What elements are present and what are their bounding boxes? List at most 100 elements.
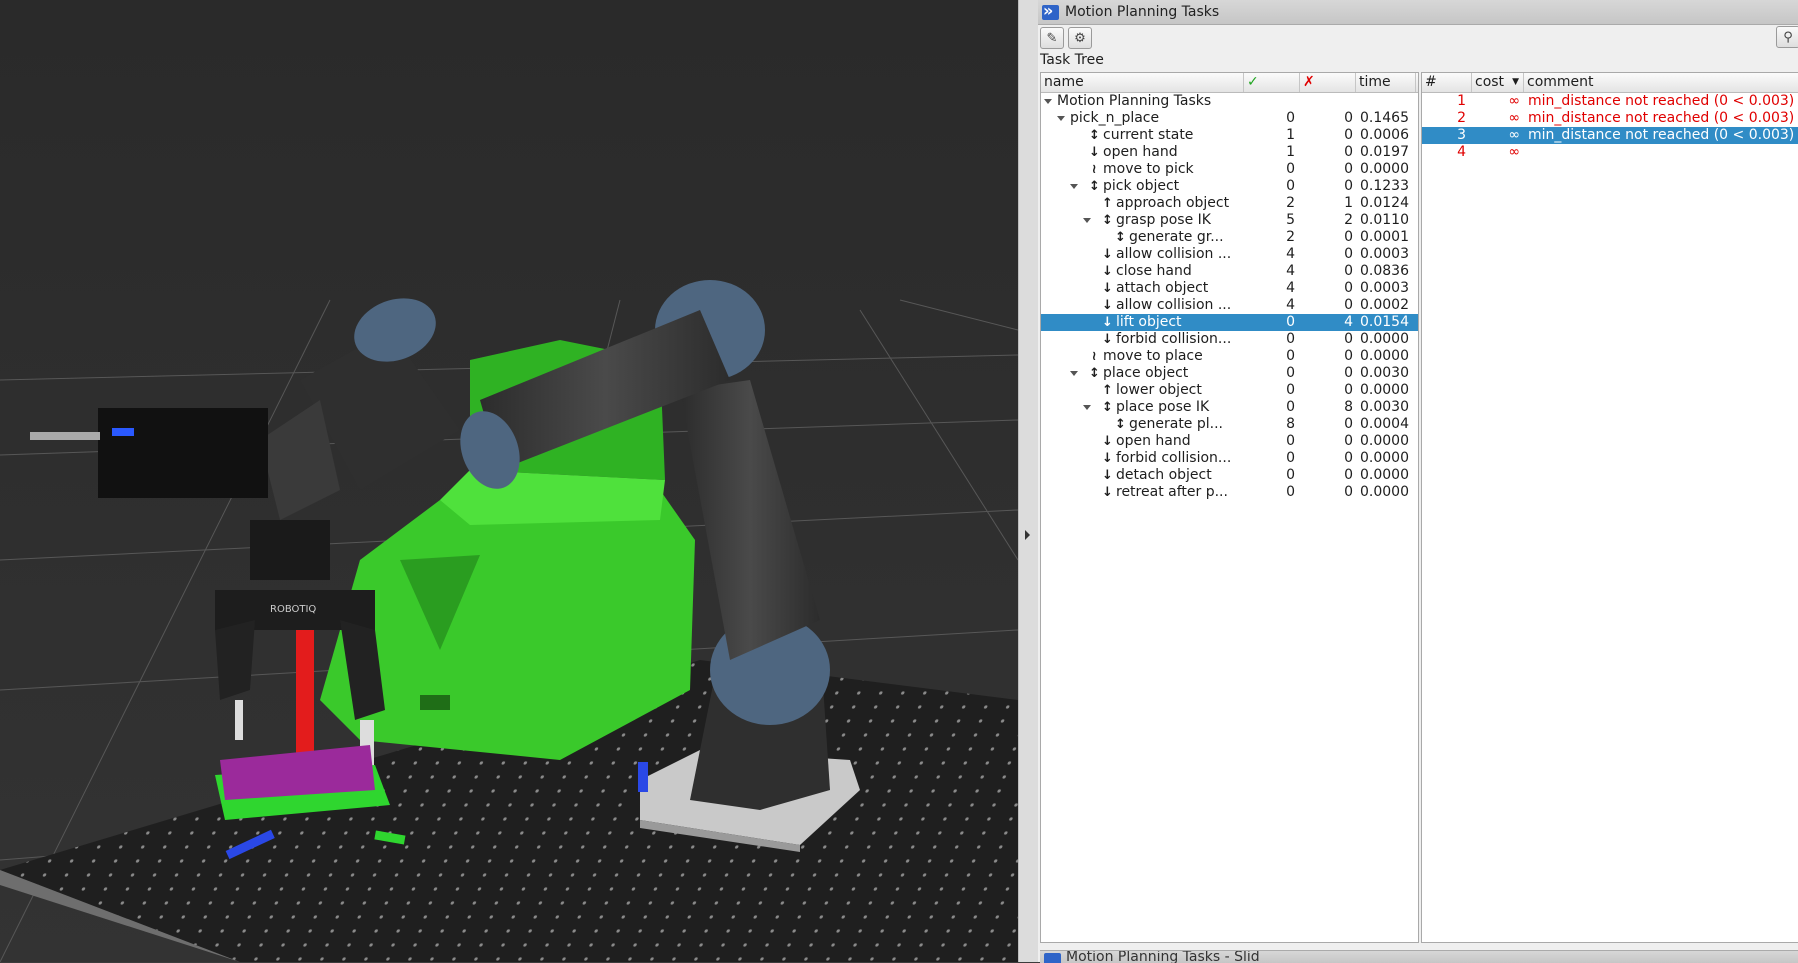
failure-count: 0 — [1344, 331, 1353, 347]
task-tree-row[interactable]: ↓ allow collision ... 4 0 0.0002 — [1041, 297, 1418, 314]
task-tree-row[interactable]: ↓ open hand 0 0 0.0000 — [1041, 433, 1418, 450]
solution-row[interactable]: 1 ∞ min_distance not reached (0 < 0.003) — [1422, 93, 1798, 110]
expand-arrow-icon[interactable] — [1044, 99, 1052, 104]
propagate-down-stage-icon: ↓ — [1089, 145, 1100, 160]
success-count: 0 — [1286, 314, 1295, 330]
expand-arrow-icon[interactable] — [1070, 184, 1078, 189]
success-count: 0 — [1286, 348, 1295, 364]
time-value: 0.0001 — [1360, 229, 1409, 245]
task-tree-row[interactable]: ≀ move to place 0 0 0.0000 — [1041, 348, 1418, 365]
time-value: 0.0000 — [1360, 331, 1409, 347]
task-tree-row[interactable]: ↓ forbid collision... 0 0 0.0000 — [1041, 450, 1418, 467]
task-label: detach object — [1116, 467, 1212, 483]
solution-comment — [1524, 144, 1798, 161]
task-tree-row[interactable]: ↓ attach object 4 0 0.0003 — [1041, 280, 1418, 297]
failure-count: 0 — [1344, 127, 1353, 143]
generator-stage-icon: ↕ — [1115, 230, 1126, 245]
task-name-cell: ↓ lift object — [1041, 314, 1244, 331]
task-tree-header: name ✓ ✗ time — [1041, 73, 1418, 93]
task-tree-row[interactable]: ↕ current state 1 0 0.0006 — [1041, 127, 1418, 144]
solution-row[interactable]: 4 ∞ — [1422, 144, 1798, 161]
task-label: generate pl... — [1129, 416, 1224, 432]
task-name-cell: ≀ move to pick — [1041, 161, 1244, 178]
time-value: 0.1233 — [1360, 178, 1409, 194]
task-name-cell: ↕ pick object — [1041, 178, 1244, 195]
panel-titlebar[interactable]: Motion Planning Tasks — [1038, 0, 1798, 25]
task-tree-row[interactable]: ↓ lift object 0 4 0.0154 — [1041, 314, 1418, 331]
time-value: 0.0006 — [1360, 127, 1409, 143]
collapse-arrow-icon[interactable] — [1025, 530, 1030, 540]
task-tree-row[interactable]: ↓ forbid collision... 0 0 0.0000 — [1041, 331, 1418, 348]
task-name-cell: ↓ retreat after p... — [1041, 484, 1244, 501]
solutions-list-view[interactable]: # cost ▼ comment 1 ∞ min_distance not reach… — [1421, 72, 1798, 943]
settings-button[interactable]: ⚙ — [1068, 27, 1092, 49]
edit-button[interactable]: ✎ — [1040, 27, 1064, 49]
solution-cost: ∞ — [1508, 127, 1520, 143]
task-tree-row[interactable]: ≀ move to pick 0 0 0.0000 — [1041, 161, 1418, 178]
gear-icon: ⚙ — [1074, 30, 1086, 46]
solution-row[interactable]: 3 ∞ min_distance not reached (0 < 0.003) — [1422, 127, 1798, 144]
success-count: 0 — [1286, 450, 1295, 466]
expand-arrow-icon[interactable] — [1070, 371, 1078, 376]
propagate-down-stage-icon: ↓ — [1102, 468, 1113, 483]
panel-splitter[interactable] — [1018, 0, 1039, 962]
task-tree-row[interactable]: ↕ place object 0 0 0.0030 — [1041, 365, 1418, 382]
task-name-cell: Motion Planning Tasks — [1041, 93, 1244, 110]
propagate-up-stage-icon: ↑ — [1102, 383, 1113, 398]
task-name-cell: ↓ close hand — [1041, 263, 1244, 280]
3d-viewport[interactable]: ROBOTIQ — [0, 0, 1018, 962]
task-tree-row[interactable]: ↕ generate pl... 8 0 0.0004 — [1041, 416, 1418, 433]
task-tree-row[interactable]: ↕ generate gr... 2 0 0.0001 — [1041, 229, 1418, 246]
time-value: 0.1465 — [1360, 110, 1409, 126]
panel-logo-icon — [1042, 1, 1059, 21]
generator-stage-icon: ↕ — [1089, 366, 1100, 381]
task-tree-row[interactable]: ↑ lower object 0 0 0.0000 — [1041, 382, 1418, 399]
time-value: 0.0004 — [1360, 416, 1409, 432]
task-tree-row[interactable]: ↑ approach object 2 1 0.0124 — [1041, 195, 1418, 212]
propagate-down-stage-icon: ↓ — [1102, 315, 1113, 330]
task-tree-view[interactable]: name ✓ ✗ time Motion Planning Tasks pick_… — [1040, 72, 1419, 943]
propagate-down-stage-icon: ↓ — [1102, 434, 1113, 449]
task-name-cell: ↕ current state — [1041, 127, 1244, 144]
search-button[interactable]: ⚲ — [1776, 26, 1798, 48]
task-tree-row[interactable]: ↓ open hand 1 0 0.0197 — [1041, 144, 1418, 161]
task-name-cell: ↕ grasp pose IK — [1041, 212, 1244, 229]
slider-panel-titlebar[interactable]: Motion Planning Tasks - Slid — [1040, 950, 1798, 963]
column-name-header[interactable]: name — [1041, 73, 1244, 92]
propagate-down-stage-icon: ↓ — [1102, 298, 1113, 313]
task-tree-row[interactable]: ↓ detach object 0 0 0.0000 — [1041, 467, 1418, 484]
task-tree-row[interactable]: ↓ retreat after p... 0 0 0.0000 — [1041, 484, 1418, 501]
task-tree-row[interactable]: ↕ grasp pose IK 5 2 0.0110 — [1041, 212, 1418, 229]
solution-number: 1 — [1457, 93, 1466, 109]
column-cost-header[interactable]: cost ▼ — [1472, 73, 1524, 92]
time-value — [1356, 93, 1414, 110]
column-success-header[interactable]: ✓ — [1244, 73, 1300, 92]
expand-arrow-icon[interactable] — [1057, 116, 1065, 121]
generator-stage-icon: ↕ — [1102, 213, 1113, 228]
success-count: 5 — [1286, 212, 1295, 228]
success-count: 0 — [1286, 433, 1295, 449]
task-name-cell: ≀ move to place — [1041, 348, 1244, 365]
task-label: generate gr... — [1129, 229, 1224, 245]
time-value: 0.0000 — [1360, 348, 1409, 364]
connect-stage-icon: ≀ — [1091, 162, 1097, 177]
task-tree-row[interactable]: ↕ pick object 0 0 0.1233 — [1041, 178, 1418, 195]
column-number-header[interactable]: # — [1422, 73, 1472, 92]
task-tree-row[interactable]: pick_n_place 0 0 0.1465 — [1041, 110, 1418, 127]
solution-cost: ∞ — [1508, 93, 1520, 109]
column-time-header[interactable]: time — [1356, 73, 1416, 92]
time-value: 0.0000 — [1360, 161, 1409, 177]
column-failure-header[interactable]: ✗ — [1300, 73, 1356, 92]
expand-arrow-icon[interactable] — [1083, 405, 1091, 410]
task-name-cell: ↓ forbid collision... — [1041, 331, 1244, 348]
task-tree-row[interactable]: ↓ allow collision ... 4 0 0.0003 — [1041, 246, 1418, 263]
task-label: grasp pose IK — [1116, 212, 1211, 228]
solution-cost: ∞ — [1508, 110, 1520, 126]
success-count: 4 — [1286, 263, 1295, 279]
column-comment-header[interactable]: comment — [1524, 73, 1798, 92]
expand-arrow-icon[interactable] — [1083, 218, 1091, 223]
task-tree-row[interactable]: Motion Planning Tasks — [1041, 93, 1418, 110]
task-tree-row[interactable]: ↕ place pose IK 0 8 0.0030 — [1041, 399, 1418, 416]
solution-row[interactable]: 2 ∞ min_distance not reached (0 < 0.003) — [1422, 110, 1798, 127]
task-tree-row[interactable]: ↓ close hand 4 0 0.0836 — [1041, 263, 1418, 280]
